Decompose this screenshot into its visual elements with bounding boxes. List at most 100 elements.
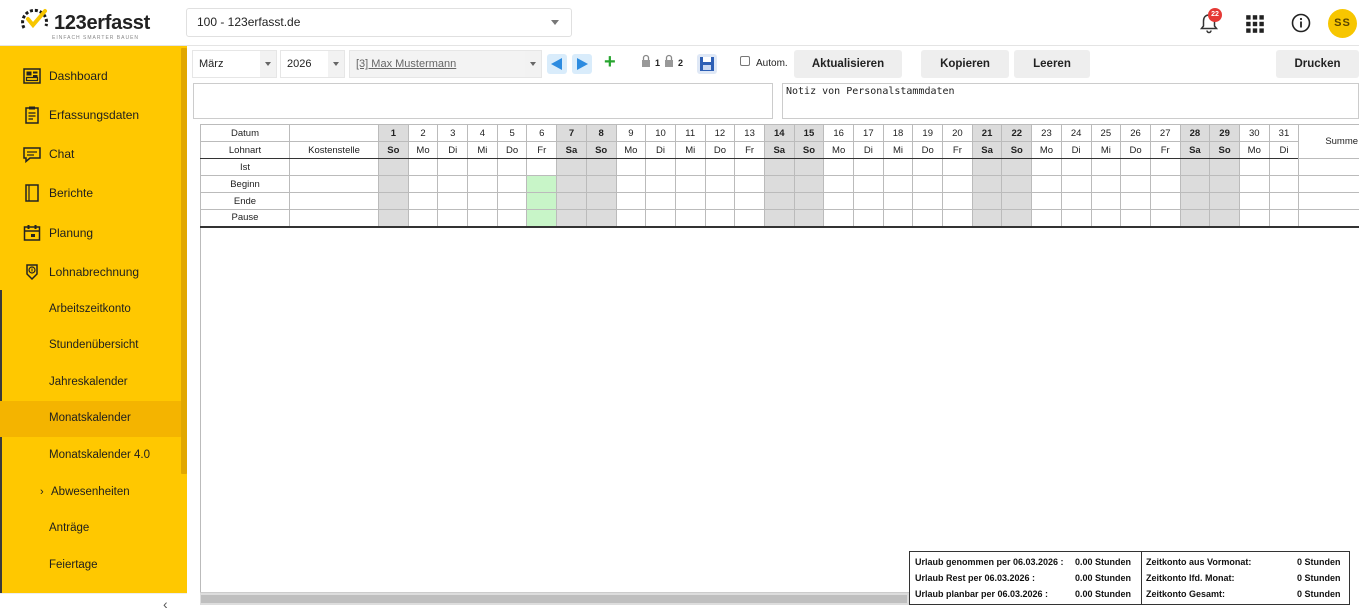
day-value-cell[interactable]: [734, 175, 765, 193]
kostenstelle-cell[interactable]: [289, 192, 379, 210]
day-value-cell[interactable]: [645, 192, 676, 210]
day-value-cell[interactable]: [704, 192, 736, 210]
day-number-cell[interactable]: 26: [1120, 124, 1151, 142]
user-avatar[interactable]: SS: [1328, 9, 1357, 38]
day-value-cell[interactable]: [793, 158, 825, 176]
day-value-cell[interactable]: [823, 209, 854, 228]
day-value-cell[interactable]: [1179, 175, 1211, 193]
day-value-cell[interactable]: [1001, 158, 1033, 176]
day-value-cell[interactable]: [1120, 175, 1151, 193]
sidebar-subitem-monatskalender[interactable]: Monatskalender: [0, 401, 181, 437]
day-number-cell[interactable]: 15: [793, 124, 825, 142]
day-number-cell[interactable]: 16: [823, 124, 854, 142]
day-value-cell[interactable]: [1268, 158, 1300, 176]
day-number-cell[interactable]: 9: [615, 124, 647, 142]
day-value-cell[interactable]: [1179, 158, 1211, 176]
day-value-cell[interactable]: [1149, 192, 1181, 210]
day-value-cell[interactable]: [1120, 209, 1151, 228]
day-value-cell[interactable]: [763, 158, 795, 176]
day-value-cell[interactable]: [823, 175, 854, 193]
day-number-cell[interactable]: 25: [1090, 124, 1122, 142]
day-value-cell[interactable]: [378, 192, 409, 210]
sidebar-item-lohnabrechnung[interactable]: Lohnabrechnung: [0, 253, 181, 290]
day-value-cell[interactable]: [1268, 209, 1300, 228]
day-value-cell[interactable]: [1031, 175, 1062, 193]
day-value-cell[interactable]: [1238, 209, 1270, 228]
day-number-cell[interactable]: 14: [763, 124, 795, 142]
day-value-cell[interactable]: [942, 158, 973, 176]
day-value-cell[interactable]: [942, 192, 973, 210]
day-value-cell[interactable]: [823, 192, 854, 210]
day-value-cell[interactable]: [853, 209, 884, 228]
refresh-button[interactable]: Aktualisieren: [794, 50, 902, 78]
day-value-cell[interactable]: [763, 209, 795, 228]
sidebar-item-dashboard[interactable]: Dashboard: [0, 57, 181, 94]
day-value-cell[interactable]: [1090, 209, 1122, 228]
day-value-cell[interactable]: [942, 209, 973, 228]
day-value-cell[interactable]: [882, 192, 914, 210]
day-value-cell[interactable]: [1031, 192, 1062, 210]
add-icon[interactable]: +: [604, 52, 616, 72]
day-value-cell[interactable]: [1209, 158, 1240, 176]
day-value-cell[interactable]: [1090, 192, 1122, 210]
day-value-cell[interactable]: [971, 175, 1003, 193]
day-value-cell[interactable]: [645, 158, 676, 176]
day-value-cell[interactable]: [823, 158, 854, 176]
autom-checkbox[interactable]: [740, 56, 750, 66]
day-value-cell[interactable]: [407, 158, 439, 176]
day-number-cell[interactable]: 29: [1209, 124, 1240, 142]
day-value-cell[interactable]: [1209, 192, 1240, 210]
day-value-cell[interactable]: [674, 192, 706, 210]
personnel-note-field[interactable]: Notiz von Personalstammdaten: [782, 83, 1359, 119]
day-value-cell[interactable]: [378, 209, 409, 228]
day-value-cell[interactable]: [437, 209, 469, 228]
day-value-cell[interactable]: [615, 158, 647, 176]
day-value-cell[interactable]: [971, 209, 1003, 228]
previous-month-button[interactable]: [547, 54, 567, 74]
day-value-cell[interactable]: [793, 209, 825, 228]
day-value-cell[interactable]: [882, 158, 914, 176]
day-value-cell[interactable]: [585, 192, 617, 210]
day-number-cell[interactable]: 24: [1060, 124, 1092, 142]
logo[interactable]: 123erfasst EINFACH SMARTER BAUEN: [20, 4, 160, 42]
day-value-cell[interactable]: [1001, 209, 1033, 228]
year-select[interactable]: 2026: [280, 50, 345, 78]
sidebar-scrollbar[interactable]: [181, 48, 187, 474]
day-number-cell[interactable]: 5: [496, 124, 528, 142]
day-value-cell[interactable]: [556, 158, 587, 176]
day-value-cell[interactable]: [1060, 158, 1092, 176]
day-number-cell[interactable]: 1: [378, 124, 409, 142]
day-value-cell[interactable]: [734, 209, 765, 228]
day-value-cell[interactable]: [585, 209, 617, 228]
month-select[interactable]: März: [192, 50, 277, 78]
day-value-cell[interactable]: [853, 158, 884, 176]
day-value-cell[interactable]: [942, 175, 973, 193]
day-value-cell[interactable]: [1209, 175, 1240, 193]
day-value-cell[interactable]: [615, 209, 647, 228]
day-value-cell[interactable]: [1060, 192, 1092, 210]
day-value-cell[interactable]: [1120, 192, 1151, 210]
day-value-cell[interactable]: [1238, 175, 1270, 193]
day-value-cell[interactable]: [1209, 209, 1240, 228]
day-value-cell[interactable]: [378, 175, 409, 193]
day-number-cell[interactable]: 8: [585, 124, 617, 142]
day-value-cell[interactable]: [645, 175, 676, 193]
day-number-cell[interactable]: 17: [853, 124, 884, 142]
kostenstelle-cell[interactable]: [289, 175, 379, 193]
day-value-cell[interactable]: [1001, 192, 1033, 210]
day-value-cell[interactable]: [882, 175, 914, 193]
company-select[interactable]: 100 - 123erfasst.de: [186, 8, 572, 37]
day-value-cell[interactable]: [407, 175, 439, 193]
sidebar-subitem-feiertage[interactable]: Feiertage: [0, 548, 181, 584]
day-value-cell[interactable]: [1149, 158, 1181, 176]
day-value-cell[interactable]: [585, 175, 617, 193]
day-value-cell[interactable]: [645, 209, 676, 228]
day-value-cell[interactable]: [704, 175, 736, 193]
day-value-cell[interactable]: [1149, 209, 1181, 228]
employee-select[interactable]: [3] Max Mustermann: [349, 50, 542, 78]
day-value-cell[interactable]: [467, 192, 498, 210]
day-number-cell[interactable]: 13: [734, 124, 765, 142]
clear-button[interactable]: Leeren: [1014, 50, 1090, 78]
day-number-cell[interactable]: 10: [645, 124, 676, 142]
day-number-cell[interactable]: 2: [407, 124, 439, 142]
